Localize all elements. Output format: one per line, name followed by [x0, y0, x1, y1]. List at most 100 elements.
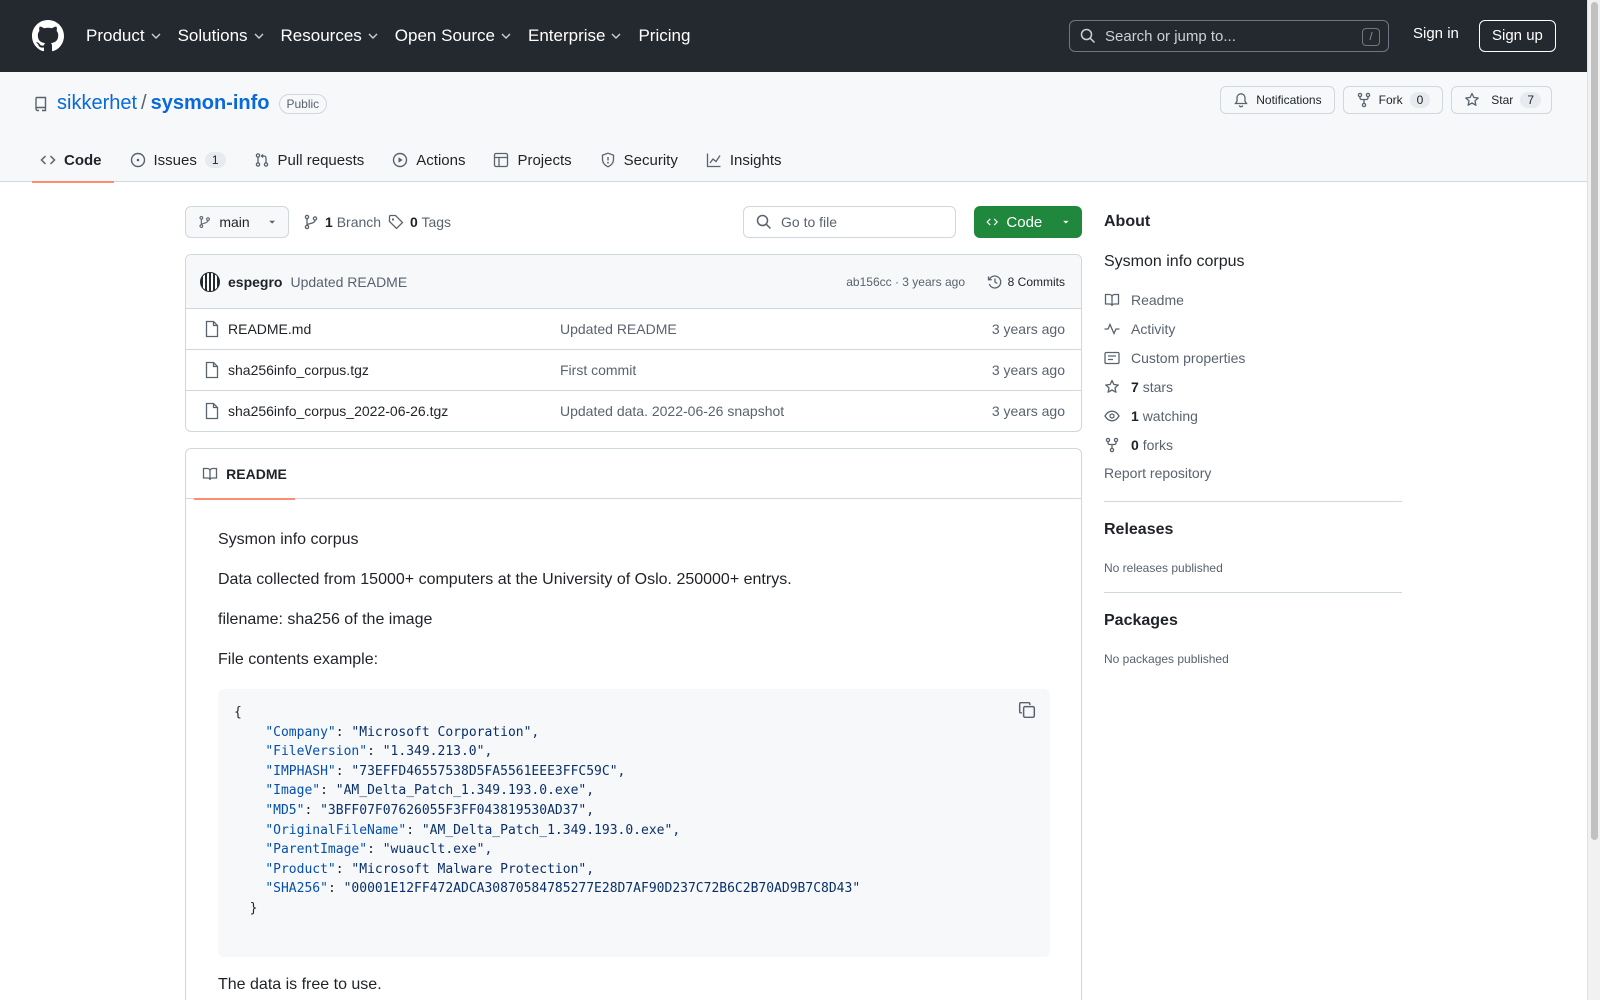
nav-solutions[interactable]: Solutions: [178, 26, 265, 46]
notifications-button[interactable]: Notifications: [1220, 86, 1335, 114]
go-to-file-input[interactable]: Go to file: [743, 206, 956, 238]
commit-author[interactable]: espegro: [228, 274, 282, 290]
sidebar-item-label: watching: [1142, 408, 1198, 424]
file-name-link[interactable]: README.md: [228, 321, 311, 337]
readme-tab[interactable]: README: [194, 449, 295, 500]
code-line: "OriginalFileName": "AM_Delta_Patch_1.34…: [234, 823, 1034, 843]
fork-button[interactable]: Fork 0: [1342, 86, 1444, 114]
page-scrollbar[interactable]: [1587, 0, 1600, 1000]
readme-paragraph: Data collected from 15000+ computers at …: [218, 571, 792, 588]
branch-count-label: Branch: [336, 214, 382, 230]
issues-count: 1: [204, 152, 226, 168]
releases-heading[interactable]: Releases: [1104, 521, 1173, 539]
tab-projects-label: Projects: [517, 151, 572, 169]
tab-pull-requests[interactable]: Pull requests: [246, 138, 377, 182]
tab-code[interactable]: Code: [32, 138, 114, 183]
file-commit-message[interactable]: Updated data. 2022-06-26 snapshot: [560, 403, 784, 419]
tab-pull-requests-label: Pull requests: [277, 151, 365, 169]
avatar[interactable]: [200, 271, 220, 292]
history-icon: [987, 274, 1002, 289]
file-commit-message[interactable]: Updated README: [560, 321, 677, 337]
readme-panel: README Sysmon info corpus Data collected…: [185, 448, 1082, 1000]
repo-owner-link[interactable]: sikkerhet: [57, 92, 137, 115]
file-icon: [205, 402, 219, 420]
nav-resources[interactable]: Resources: [281, 26, 379, 46]
code-line: }: [234, 901, 1034, 921]
nav-open-source[interactable]: Open Source: [395, 26, 512, 46]
code-line: {: [234, 705, 1034, 725]
sidebar-item-forks[interactable]: 0 forks: [1104, 437, 1173, 453]
tab-security[interactable]: Security: [592, 138, 690, 182]
branch-name: main: [219, 214, 250, 230]
search-icon: [756, 214, 772, 230]
nav-solutions-label: Solutions: [177, 26, 248, 45]
commit-message[interactable]: Updated README: [290, 274, 407, 290]
tab-projects[interactable]: Projects: [485, 138, 583, 182]
code-value: "00001E12FF472ADCA30870584785277E28D7AF9…: [343, 881, 861, 897]
code-value: "AM_Delta_Patch_1.349.193.0.exe",: [335, 783, 595, 799]
graph-icon: [706, 153, 721, 168]
file-name-link[interactable]: sha256info_corpus_2022-06-26.tgz: [228, 403, 448, 419]
about-heading: About: [1104, 213, 1151, 230]
sign-in-link[interactable]: Sign in: [1413, 25, 1459, 42]
tab-insights[interactable]: Insights: [698, 138, 794, 182]
fork-count: 0: [1409, 92, 1431, 108]
nav-product-label: Product: [86, 26, 145, 45]
git-branch-icon: [304, 214, 318, 230]
scrollbar-thumb[interactable]: [1591, 2, 1598, 840]
go-to-file-placeholder: Go to file: [781, 214, 838, 230]
code-dropdown-button[interactable]: Code: [974, 206, 1082, 238]
fork-icon: [1357, 92, 1370, 108]
tags-link[interactable]: 0 Tags: [388, 214, 451, 230]
readme-header: README: [186, 449, 1081, 500]
latest-commit: espegro Updated README ab156cc · 3 years…: [186, 255, 1081, 309]
report-repository-link[interactable]: Report repository: [1104, 465, 1211, 481]
sidebar-item-readme[interactable]: Readme: [1104, 292, 1184, 308]
file-icon: [205, 361, 219, 379]
sidebar-item-watching[interactable]: 1 watching: [1104, 408, 1198, 424]
commit-hash-time[interactable]: ab156cc · 3 years ago: [846, 275, 965, 289]
caret-down-icon: [268, 220, 275, 224]
nav-pricing[interactable]: Pricing: [638, 26, 690, 46]
repo-name-link[interactable]: sysmon-info: [151, 92, 270, 115]
file-name-link[interactable]: sha256info_corpus.tgz: [228, 362, 369, 378]
star-button[interactable]: Star 7: [1451, 86, 1552, 114]
copy-icon[interactable]: [1018, 701, 1036, 719]
sign-up-button[interactable]: Sign up: [1479, 20, 1556, 52]
nav-enterprise[interactable]: Enterprise: [528, 26, 622, 46]
github-logo-icon[interactable]: [32, 20, 64, 52]
code-key: "OriginalFileName": [265, 822, 407, 838]
nav-resources-label: Resources: [280, 26, 362, 45]
branch-count: 1: [325, 214, 333, 230]
code-line: "SHA256": "00001E12FF472ADCA308705847852…: [234, 881, 1034, 901]
tab-issues[interactable]: Issues 1: [122, 138, 238, 182]
repo-separator: /: [141, 92, 147, 114]
sidebar-item-label: forks: [1142, 437, 1174, 453]
sidebar-item-activity[interactable]: Activity: [1104, 321, 1175, 337]
star-icon: [1465, 92, 1480, 106]
branch-selector[interactable]: main: [185, 206, 289, 238]
global-search-input[interactable]: Search or jump to... /: [1069, 20, 1389, 52]
eye-icon: [1104, 410, 1120, 422]
table-row: sha256info_corpus.tgz First commit 3 yea…: [186, 350, 1081, 391]
commits-history-link[interactable]: 8 Commits: [987, 274, 1065, 290]
nav-product[interactable]: Product: [86, 26, 162, 46]
sidebar-item-stars[interactable]: 7 stars: [1104, 379, 1173, 395]
tab-actions[interactable]: Actions: [384, 138, 477, 182]
sidebar-item-label: stars: [1142, 379, 1174, 395]
readme-paragraph: The data is free to use.: [218, 976, 382, 993]
global-header: Product Solutions Resources Open Source …: [0, 0, 1587, 72]
nav-open-source-label: Open Source: [394, 26, 495, 45]
issue-icon: [130, 152, 145, 168]
book-icon: [1104, 293, 1120, 307]
packages-heading[interactable]: Packages: [1104, 612, 1178, 630]
commits-count: 8 Commits: [1007, 274, 1065, 289]
file-commit-message[interactable]: First commit: [560, 362, 636, 378]
caret-down-icon: [1063, 220, 1069, 224]
branches-link[interactable]: 1 Branch: [303, 214, 381, 230]
code-key: "IMPHASH": [265, 763, 336, 779]
sidebar-item-custom-properties[interactable]: Custom properties: [1104, 350, 1245, 366]
